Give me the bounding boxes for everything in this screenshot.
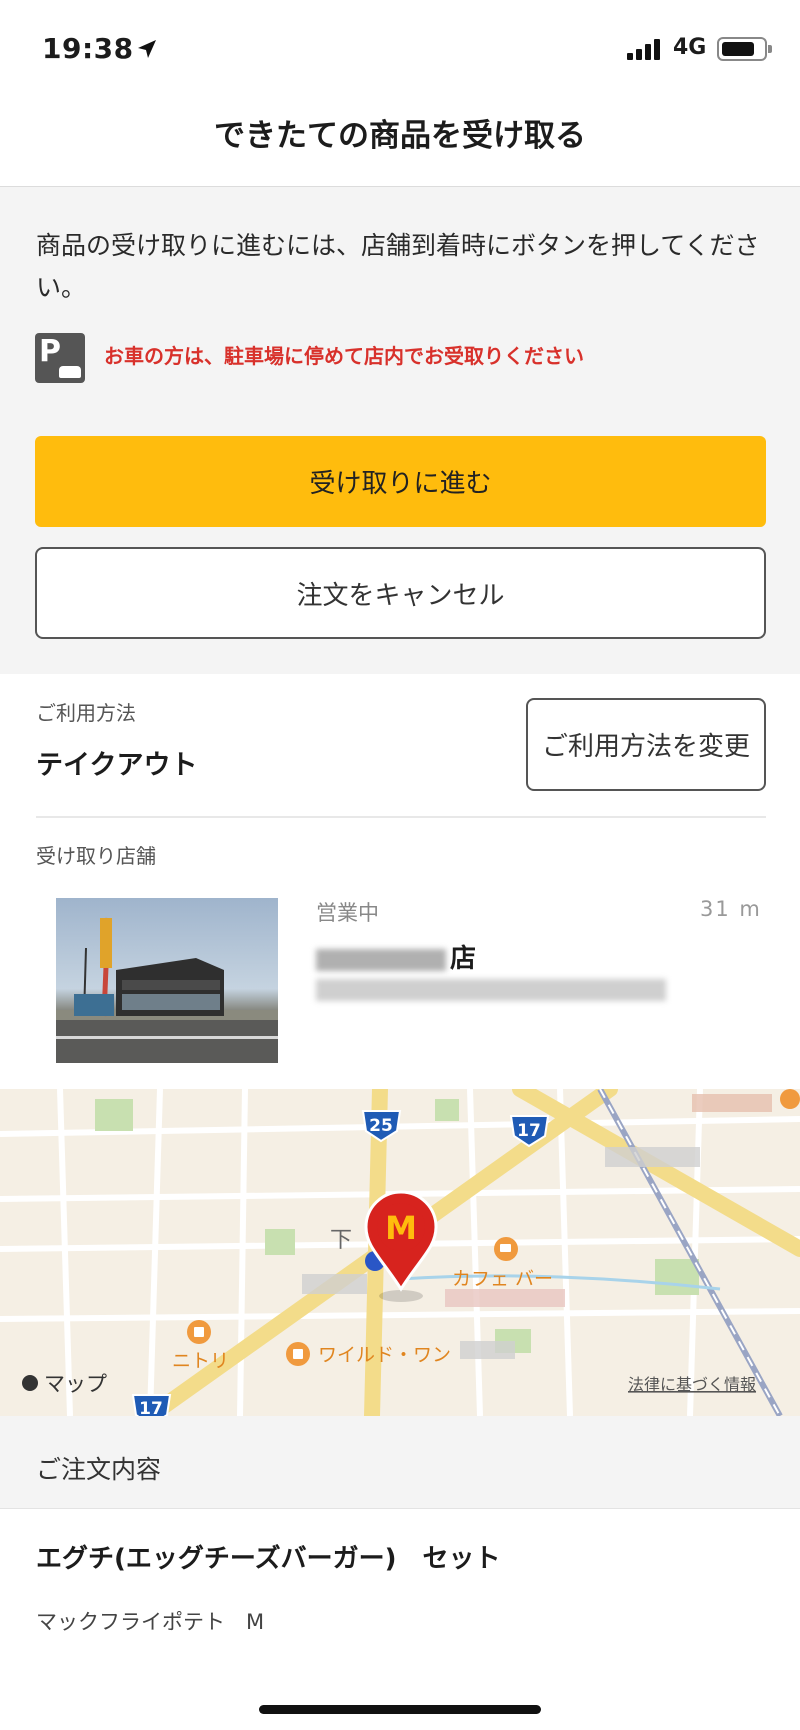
status-bar: 19:38 4G bbox=[0, 0, 800, 95]
parking-car-icon: P bbox=[35, 333, 85, 383]
cafe-poi-label: カフェ バー bbox=[452, 1268, 553, 1290]
change-usage-button[interactable]: ご利用方法を変更 bbox=[526, 698, 766, 791]
redacted-map-label bbox=[605, 1147, 700, 1167]
store-label: 受け取り店舗 bbox=[36, 844, 156, 868]
signal-icon bbox=[627, 38, 665, 60]
usage-value: テイクアウト bbox=[36, 750, 198, 781]
store-status: 営業中 bbox=[316, 901, 379, 925]
nitori-poi-label: ニトリ bbox=[172, 1350, 229, 1372]
network-type: 4G bbox=[673, 35, 707, 60]
status-time: 19:38 bbox=[42, 32, 134, 65]
wild-one-poi-label: ワイルド・ワン bbox=[318, 1344, 451, 1366]
svg-text:17: 17 bbox=[517, 1121, 541, 1141]
pickup-instruction: 商品の受け取りに進むには、店舗到着時にボタンを押してください。 bbox=[36, 231, 760, 302]
page-title: できたての商品を受け取る bbox=[214, 118, 586, 154]
redacted-store-name bbox=[316, 948, 446, 971]
order-item: エグチ(エッグチーズバーガー) セット bbox=[36, 1544, 501, 1574]
store-map[interactable]: 25 17 17 下 カフェ バー ニトリ ワイルド・ワン M マップ 法律に基… bbox=[0, 1089, 800, 1416]
svg-text:M: M bbox=[385, 1209, 417, 1247]
battery-icon bbox=[717, 37, 772, 61]
order-header: ご注文内容 bbox=[36, 1455, 162, 1484]
section-divider bbox=[36, 816, 766, 818]
order-item-side: マックフライポテト M bbox=[36, 1610, 265, 1634]
home-indicator[interactable] bbox=[259, 1705, 541, 1714]
redacted-map-label bbox=[302, 1274, 367, 1294]
store-address bbox=[316, 975, 666, 1001]
svg-text:マップ: マップ bbox=[44, 1372, 107, 1396]
cancel-order-button[interactable]: 注文をキャンセル bbox=[35, 547, 766, 639]
usage-label: ご利用方法 bbox=[36, 701, 136, 725]
redacted-map-label bbox=[692, 1094, 772, 1112]
parking-note: お車の方は、駐車場に停めて店内でお受取りください bbox=[104, 344, 584, 368]
bottom-bar bbox=[0, 1656, 800, 1730]
location-arrow-icon bbox=[138, 40, 156, 58]
store-distance: 31 m bbox=[700, 897, 762, 921]
wild-one-poi-icon[interactable] bbox=[286, 1342, 310, 1366]
station-label: 下 bbox=[330, 1228, 352, 1253]
svg-text:25: 25 bbox=[369, 1116, 393, 1136]
legal-link[interactable]: 法律に基づく情報 bbox=[628, 1375, 756, 1394]
svg-text:17: 17 bbox=[139, 1399, 163, 1416]
cafe-poi-icon[interactable] bbox=[494, 1237, 518, 1261]
route-shield-17-bottom: 17 bbox=[131, 1394, 172, 1416]
redacted-map-label bbox=[460, 1341, 515, 1359]
poi-icon[interactable] bbox=[780, 1089, 800, 1109]
nitori-poi-icon[interactable] bbox=[187, 1320, 211, 1344]
redacted-store-address bbox=[316, 979, 666, 1001]
proceed-to-pickup-button[interactable]: 受け取りに進む bbox=[35, 436, 766, 527]
redacted-map-label bbox=[445, 1289, 565, 1307]
store-name: 店 bbox=[316, 938, 476, 975]
store-photo bbox=[56, 898, 278, 1063]
